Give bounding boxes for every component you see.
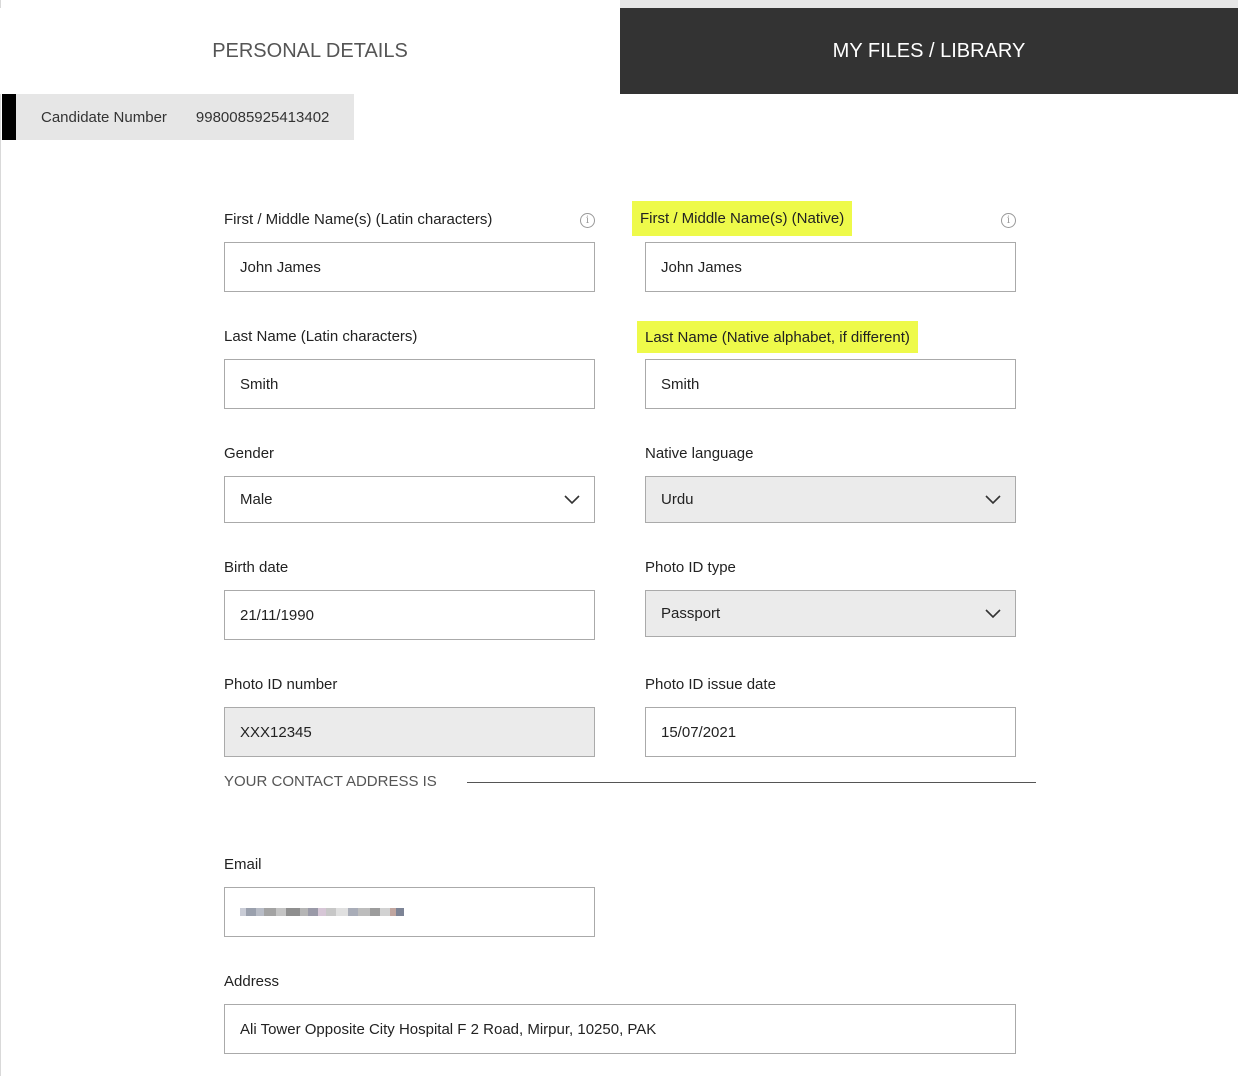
tab-files-top-strip [620,0,1238,8]
photo-id-issue-date-input[interactable] [661,708,1015,756]
candidate-number-label: Candidate Number [41,108,167,126]
first-name-latin-label: First / Middle Name(s) (Latin characters… [224,211,493,228]
last-name-native-label: Last Name (Native alphabet, if different… [637,321,918,353]
photo-id-number-field[interactable] [224,707,595,757]
birth-date-field[interactable] [224,590,595,640]
native-language-label: Native language [645,445,754,462]
last-name-native-input[interactable] [661,360,1015,408]
contact-section-heading: YOUR CONTACT ADDRESS IS [224,773,437,790]
section-divider [467,782,1036,783]
first-name-latin-field[interactable] [224,242,595,292]
photo-id-number-label: Photo ID number [224,676,338,693]
birth-date-label: Birth date [224,559,289,576]
chevron-down-icon [985,608,1001,618]
address-field[interactable] [224,1004,1016,1054]
photo-id-issue-date-field[interactable] [645,707,1016,757]
birth-date-input[interactable] [240,591,594,639]
address-input[interactable] [240,1005,1015,1053]
native-language-select[interactable]: Urdu [645,476,1016,523]
tab-my-files-library[interactable]: MY FILES / LIBRARY [620,8,1238,94]
email-field[interactable] [224,887,595,937]
chevron-down-icon [564,494,580,504]
candidate-number-bar: Candidate Number 9980085925413402 [2,94,354,140]
photo-id-issue-date-label: Photo ID issue date [645,676,776,693]
address-label: Address [224,973,280,990]
info-icon[interactable]: i [1001,213,1016,228]
photo-id-type-label: Photo ID type [645,559,736,576]
photo-id-type-selected-value: Passport [661,605,721,622]
first-name-latin-input[interactable] [240,243,594,291]
candidate-marker [2,94,16,140]
page-left-border [0,0,1,1076]
native-language-selected-value: Urdu [661,491,694,508]
gender-label: Gender [224,445,275,462]
last-name-native-field[interactable] [645,359,1016,409]
last-name-latin-input[interactable] [240,360,594,408]
photo-id-type-select[interactable]: Passport [645,590,1016,637]
chevron-down-icon [985,494,1001,504]
email-label: Email [224,856,262,873]
candidate-number-value: 9980085925413402 [195,108,330,126]
first-name-native-input[interactable] [661,243,1015,291]
gender-selected-value: Male [240,491,273,508]
info-icon[interactable]: i [580,213,595,228]
tab-personal-details[interactable]: PERSONAL DETAILS [0,8,620,94]
photo-id-number-input[interactable] [240,708,594,756]
gender-select[interactable]: Male [224,476,595,523]
first-name-native-field[interactable] [645,242,1016,292]
email-redacted-value [240,908,404,916]
last-name-latin-field[interactable] [224,359,595,409]
last-name-latin-label: Last Name (Latin characters) [224,328,418,345]
first-name-native-label: First / Middle Name(s) (Native) [632,201,853,236]
